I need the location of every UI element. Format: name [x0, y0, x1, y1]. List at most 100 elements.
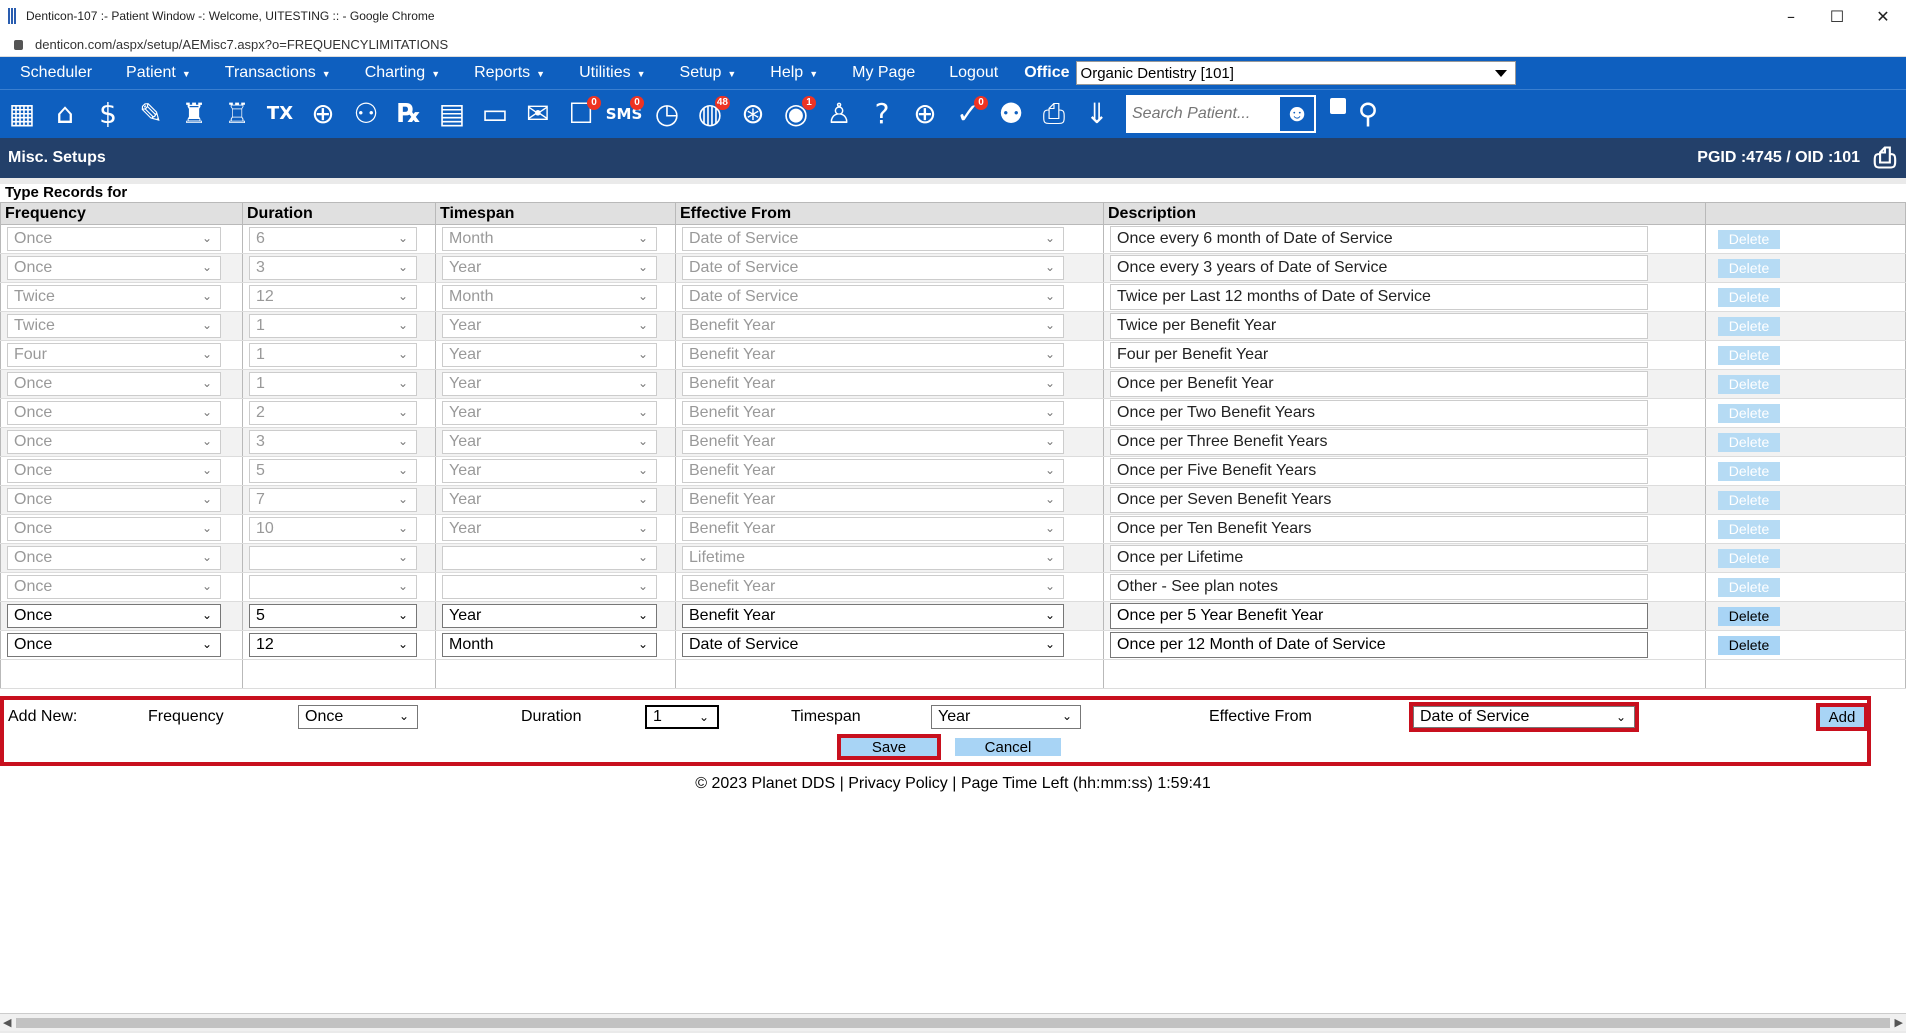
address-bar[interactable]: denticon.com/aspx/setup/AEMisc7.aspx?o=F…	[0, 32, 1906, 57]
cancel-button[interactable]: Cancel	[955, 738, 1061, 756]
patient-search-icon[interactable]: ☻	[1280, 97, 1314, 131]
effective-from-select[interactable]: Date of Service ⌄	[682, 633, 1064, 657]
delete-button[interactable]: Delete	[1718, 548, 1780, 568]
duration-value: 1	[256, 317, 265, 334]
delete-button[interactable]: Delete	[1718, 316, 1780, 336]
edit-icon[interactable]: ✎	[133, 94, 169, 134]
scrollbar-thumb[interactable]	[16, 1018, 1890, 1028]
delete-button[interactable]: Delete	[1718, 374, 1780, 394]
delete-button[interactable]: Delete	[1718, 635, 1780, 655]
description-field[interactable]: Once per 12 Month of Date of Service	[1110, 632, 1648, 658]
minimize-button[interactable]: –	[1768, 0, 1814, 32]
cell-effective-from: Date of Service ⌄	[675, 630, 1104, 660]
search-checkbox[interactable]	[1330, 98, 1346, 114]
patient-search-input[interactable]	[1126, 99, 1276, 129]
sms-icon[interactable]: SMS 0	[606, 94, 644, 134]
notes-icon[interactable]: ▤	[434, 94, 470, 134]
dollar-icon[interactable]: $	[90, 94, 126, 134]
add-button[interactable]: Add	[1820, 707, 1864, 727]
menu-reports[interactable]: Reports ▼	[474, 64, 545, 82]
rx-icon[interactable]: ℞	[391, 94, 427, 134]
menu-logout[interactable]: Logout	[949, 64, 998, 82]
menu-my-page[interactable]: My Page	[852, 64, 915, 82]
description-field[interactable]: Once per 5 Year Benefit Year	[1110, 603, 1648, 629]
delete-button[interactable]: Delete	[1718, 490, 1780, 510]
table-row: Once ⌄ 5 ⌄ Year ⌄ Benefit Year ⌄ Once per Five B…	[0, 456, 1906, 486]
horizontal-scrollbar[interactable]: ◀ ▶	[0, 1013, 1906, 1031]
help-tooth-icon[interactable]: ?	[864, 94, 900, 134]
frequency-select[interactable]: Once ⌄	[7, 604, 221, 628]
effective-from-select[interactable]: Benefit Year ⌄	[682, 604, 1064, 628]
cell-description: Once every 6 month of Date of Service	[1103, 224, 1706, 254]
network-icon[interactable]: ⊛	[735, 94, 771, 134]
menu-utilities[interactable]: Utilities ▼	[579, 64, 645, 82]
add-frequency-select[interactable]: Once ⌄	[298, 705, 418, 729]
effective-from-select: Benefit Year ⌄	[682, 401, 1064, 425]
cell-duration: 1 ⌄	[242, 340, 436, 370]
delete-button[interactable]: Delete	[1718, 461, 1780, 481]
delete-button[interactable]: Delete	[1718, 606, 1780, 626]
delete-button[interactable]: Delete	[1718, 403, 1780, 423]
menu-help[interactable]: Help ▼	[770, 64, 818, 82]
collapse-icon[interactable]: ⇓	[1079, 94, 1115, 134]
url-text[interactable]: denticon.com/aspx/setup/AEMisc7.aspx?o=F…	[35, 37, 448, 52]
menu-transactions[interactable]: Transactions ▼	[225, 64, 331, 82]
duration-select[interactable]: 12 ⌄	[249, 633, 417, 657]
cell-timespan: Year ⌄	[435, 427, 676, 457]
save-button[interactable]: Save	[841, 738, 937, 756]
scroll-right-icon[interactable]: ▶	[1895, 1016, 1903, 1029]
menu-scheduler[interactable]: Scheduler	[20, 64, 92, 82]
tooth-icon[interactable]: ♖	[219, 94, 255, 134]
printer-icon[interactable]: ⎙	[1868, 142, 1902, 174]
timespan-select[interactable]: Month ⌄	[442, 633, 657, 657]
add-effective-select[interactable]: Date of Service ⌄	[1413, 706, 1635, 728]
delete-button[interactable]: Delete	[1718, 519, 1780, 539]
scroll-left-icon[interactable]: ◀	[3, 1016, 11, 1029]
tooth-chart-icon[interactable]: ♜	[176, 94, 212, 134]
menu-label: Setup	[679, 64, 722, 81]
delete-button[interactable]: Delete	[1718, 577, 1780, 597]
duration-select: 5 ⌄	[249, 459, 417, 483]
print-icon[interactable]: ⎙	[1036, 94, 1072, 134]
description-value: Twice per Benefit Year	[1117, 317, 1277, 334]
timespan-select[interactable]: Year ⌄	[442, 604, 657, 628]
delete-button[interactable]: Delete	[1718, 345, 1780, 365]
add-patient-icon[interactable]: ⊕	[305, 94, 341, 134]
office-select[interactable]: Organic Dentistry [101]	[1075, 61, 1516, 85]
chevron-down-icon: ⌄	[1044, 608, 1055, 622]
chevron-down-icon: ⌄	[637, 260, 648, 274]
clock-icon[interactable]: ◷	[649, 94, 685, 134]
delete-button[interactable]: Delete	[1718, 229, 1780, 249]
menu-patient[interactable]: Patient ▼	[126, 64, 191, 82]
document-icon[interactable]: ▭	[477, 94, 513, 134]
maximize-button[interactable]: ☐	[1814, 0, 1860, 32]
duration-select[interactable]: 5 ⌄	[249, 604, 417, 628]
alert-icon[interactable]: ◉ 1	[778, 94, 816, 134]
tx-icon[interactable]: TX	[262, 94, 298, 134]
chevron-down-icon: ⌄	[201, 579, 212, 593]
web-icon[interactable]: ⊕	[907, 94, 943, 134]
home-icon[interactable]: ⌂	[47, 94, 83, 134]
globe-icon[interactable]: ◍ 48	[692, 94, 730, 134]
menu-charting[interactable]: Charting ▼	[365, 64, 440, 82]
task-icon[interactable]: ✓ 0	[950, 94, 988, 134]
advanced-search-icon[interactable]: ⚲	[1350, 94, 1386, 134]
frequency-select[interactable]: Once ⌄	[7, 633, 221, 657]
calendar-icon[interactable]: ▦	[4, 94, 40, 134]
delete-button[interactable]: Delete	[1718, 432, 1780, 452]
message-icon[interactable]: ☐ 0	[563, 94, 601, 134]
duration-value: 12	[256, 636, 274, 653]
delete-button[interactable]: Delete	[1718, 258, 1780, 278]
mail-icon[interactable]: ✉	[520, 94, 556, 134]
add-timespan-select[interactable]: Year ⌄	[931, 705, 1081, 729]
group-icon[interactable]: ⚉	[993, 94, 1029, 134]
cell-duration: 2 ⌄	[242, 398, 436, 428]
add-duration-select[interactable]: 1 ⌄	[645, 705, 719, 729]
timespan-value: Year	[449, 259, 482, 276]
menu-setup[interactable]: Setup ▼	[680, 64, 737, 82]
family-icon[interactable]: ⚇	[348, 94, 384, 134]
close-button[interactable]: ✕	[1860, 0, 1906, 32]
tooth-outline-icon[interactable]: ♙	[821, 94, 857, 134]
privacy-policy-link[interactable]: Privacy Policy	[848, 775, 948, 792]
delete-button[interactable]: Delete	[1718, 287, 1780, 307]
